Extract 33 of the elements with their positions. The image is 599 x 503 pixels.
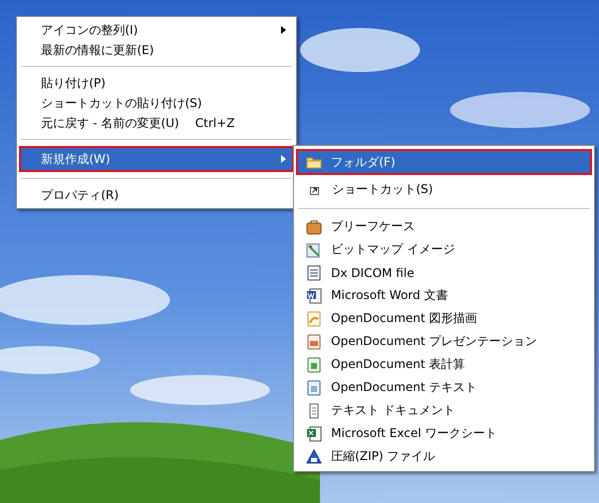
menu-item[interactable]: 圧縮(ZIP) ファイル: [296, 445, 592, 468]
menu-item[interactable]: 新規作成(W): [19, 146, 294, 172]
menu-item[interactable]: Microsoft Word 文書: [296, 284, 592, 307]
submenu-arrow-icon: [281, 155, 286, 163]
compressed-folder-icon: [306, 448, 322, 464]
shortcut-icon: [310, 187, 319, 195]
paint-brush-icon: [306, 242, 322, 258]
menu-item[interactable]: テキスト ドキュメント: [296, 399, 592, 422]
briefcase-icon: [306, 218, 322, 234]
document-icon: [306, 264, 322, 280]
menu-item[interactable]: OpenDocument テキスト: [296, 376, 592, 399]
word-document-icon: [306, 288, 322, 304]
menu-item[interactable]: フォルダ(F): [296, 149, 592, 175]
menu-item[interactable]: アイコンの整列(I): [19, 20, 294, 40]
menu-item[interactable]: OpenDocument 図形描画: [296, 307, 592, 330]
submenu-arrow-icon: [281, 26, 286, 34]
menu-item[interactable]: プロパティ(R): [19, 185, 294, 205]
spreadsheet-document-icon: [306, 356, 322, 372]
menu-item[interactable]: 最新の情報に更新(E): [19, 40, 294, 60]
menu-item[interactable]: ビットマップ イメージ: [296, 238, 592, 261]
text-document-icon: [306, 380, 322, 396]
menu-item[interactable]: 貼り付け(P): [19, 73, 294, 93]
menu-item[interactable]: ブリーフケース: [296, 215, 592, 238]
menu-item[interactable]: Microsoft Excel ワークシート: [296, 422, 592, 445]
presentation-document-icon: [306, 334, 322, 350]
menu-item[interactable]: OpenDocument 表計算: [296, 353, 592, 376]
drawing-document-icon: [306, 310, 322, 326]
excel-document-icon: [306, 426, 322, 442]
menu-item[interactable]: Dx DICOM file: [296, 261, 592, 284]
menu-item[interactable]: 元に戻す - 名前の変更(U) Ctrl+Z: [19, 113, 294, 133]
menu-item[interactable]: ショートカット(S): [296, 176, 592, 202]
menu-item[interactable]: OpenDocument プレゼンテーション: [296, 330, 592, 353]
menu-item[interactable]: ショートカットの貼り付け(S): [19, 93, 294, 113]
